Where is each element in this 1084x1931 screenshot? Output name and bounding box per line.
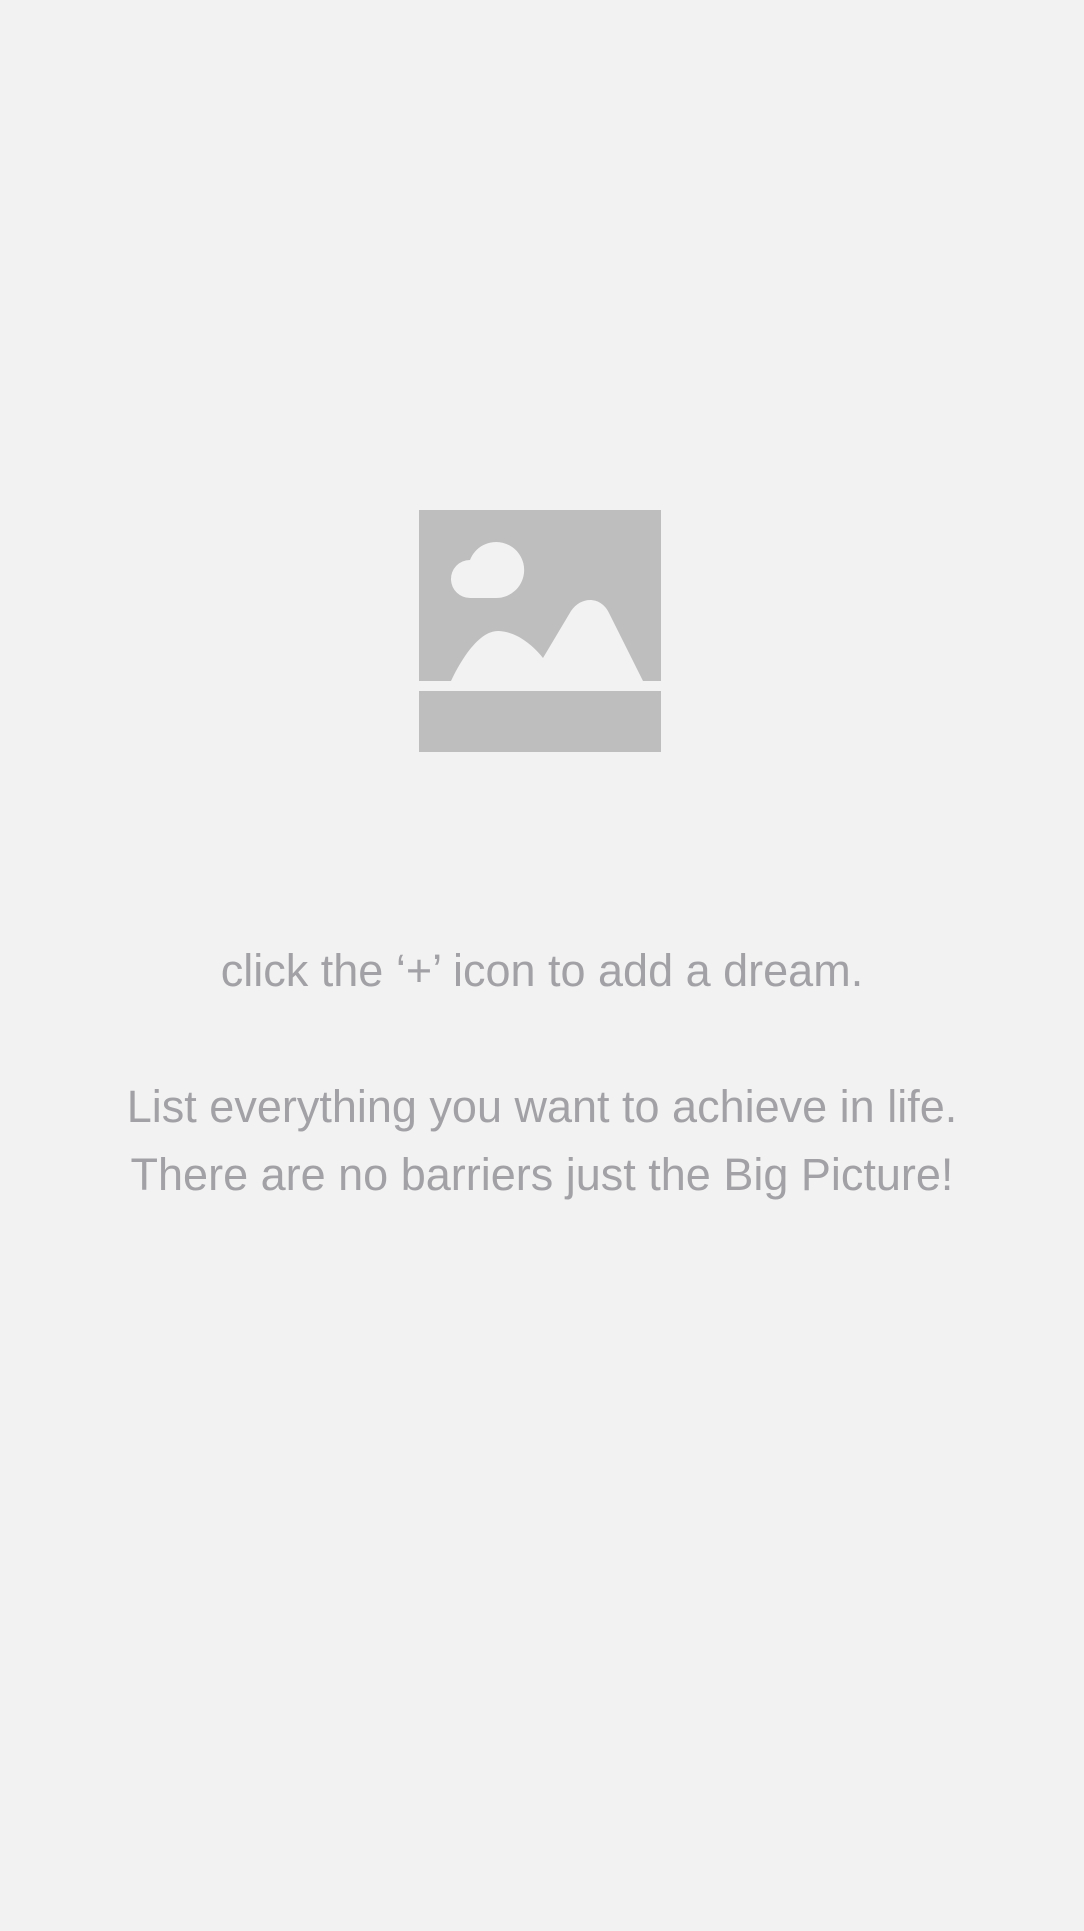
achievement-hint-line-1: List everything you want to achieve in l… [126,1081,958,1132]
add-dream-hint: click the ‘+’ icon to add a dream. [220,945,864,996]
empty-state: click the ‘+’ icon to add a dream. List … [0,0,1084,1931]
achievement-hint-line-2: There are no barriers just the Big Pictu… [130,1149,954,1200]
image-placeholder-icon [419,510,661,752]
